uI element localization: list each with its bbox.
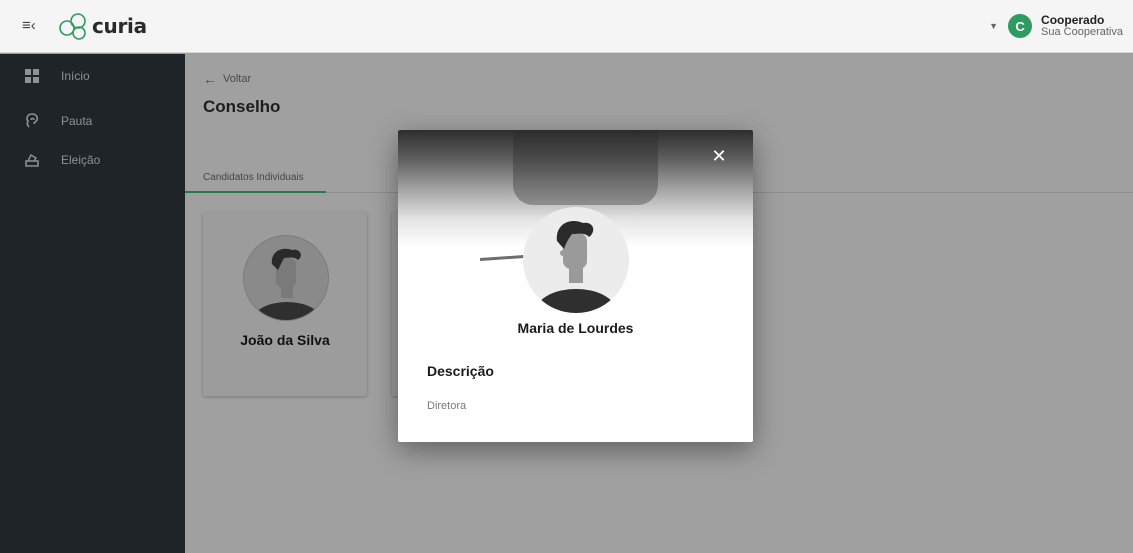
sidebar-item-inicio[interactable]: Início [0,58,185,94]
candidate-name: João da Silva [240,332,330,348]
tab-candidatos-individuais[interactable]: Candidatos Individuais [185,162,326,193]
logo[interactable]: curia [58,11,147,41]
user-info: Cooperado Sua Cooperativa [1041,14,1123,38]
person-icon [253,248,321,320]
candidate-avatar [523,207,629,313]
logo-rings-icon [59,13,86,40]
candidate-card[interactable]: João da Silva [203,212,367,396]
description-text: Diretora [427,400,467,412]
sidebar-item-pauta[interactable]: Pauta [0,103,185,139]
user-cooperative: Sua Cooperativa [1041,26,1123,38]
user-name: Cooperado [1041,13,1105,27]
sidebar-item-eleicao[interactable]: Eleição [0,142,185,178]
close-icon[interactable]: ✕ [709,146,729,166]
ballot-box-icon [24,152,40,168]
person-icon [536,221,616,313]
back-label: Voltar [223,73,252,85]
sidebar-item-label: Eleição [61,153,101,167]
sidebar-item-label: Início [61,69,90,83]
avatar[interactable]: C [1008,14,1033,38]
back-link[interactable]: ← Voltar [203,71,251,87]
brand-name: curia [92,14,147,38]
ear-icon [24,113,40,129]
banner-shape [513,130,658,205]
page-title: Conselho [203,97,281,116]
description-heading: Descrição [427,363,494,379]
user-menu[interactable]: ▼ C Cooperado Sua Cooperativa [989,9,1123,43]
sidebar-item-label: Pauta [61,114,93,128]
candidate-avatar [243,235,329,321]
chevron-down-icon[interactable]: ▼ [989,21,998,31]
candidate-name: Maria de Lourdes [517,320,634,336]
dashboard-icon [24,68,40,84]
candidate-modal: ✕ Maria de Lourdes Descrição Diretora [398,130,753,442]
menu-collapse-icon[interactable]: ≡‹ [22,17,38,35]
arrow-left-icon: ← [203,71,217,87]
top-bar: ≡‹ curia ▼ C Cooperado Sua Cooperativa [0,0,1133,53]
sidebar: Início Pauta Eleição [0,54,185,553]
